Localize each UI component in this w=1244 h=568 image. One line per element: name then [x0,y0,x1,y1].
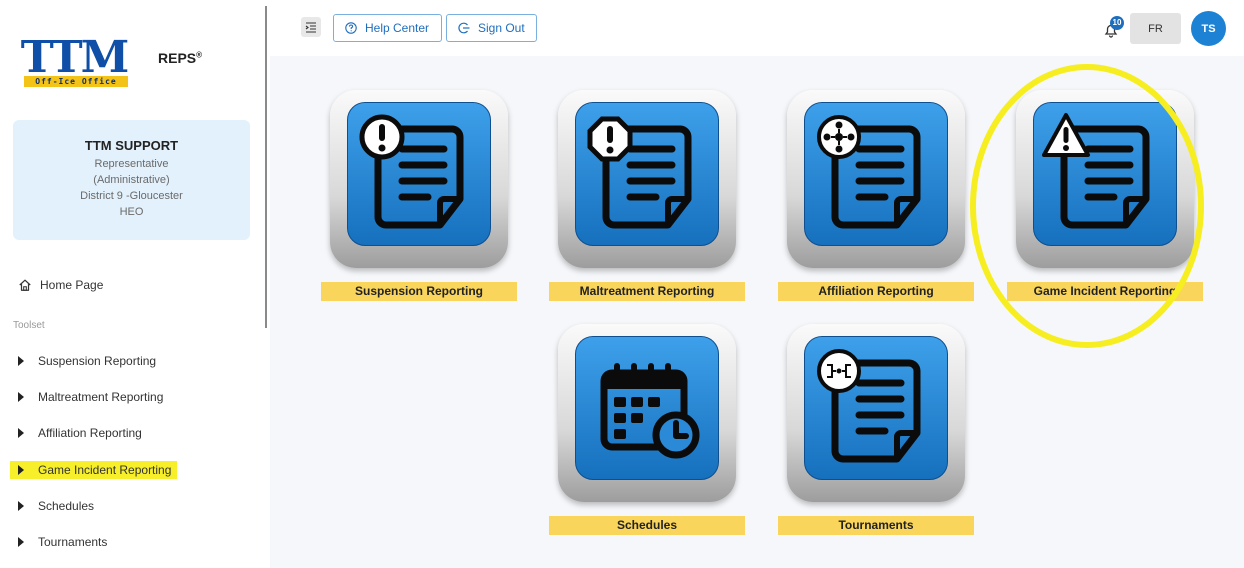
sidebar-item-suspension[interactable]: Suspension Reporting [18,352,156,370]
tile-icon-bg [347,102,491,246]
document-network-icon [817,115,921,229]
tile-label: Maltreatment Reporting [549,282,745,301]
nav-home[interactable]: Home Page [18,276,103,294]
question-circle-icon [345,22,357,34]
sidebar-item-affiliation[interactable]: Affiliation Reporting [18,424,142,442]
caret-right-icon [18,392,24,402]
sidebar-divider [265,6,267,328]
caret-right-icon [18,501,24,511]
sign-out-button[interactable]: Sign Out [446,14,537,42]
logo-tagline: Off-Ice Office [24,76,128,87]
sidebar-item-schedules[interactable]: Schedules [18,497,94,515]
menu-collapse-icon [305,22,316,33]
ttm-logo[interactable]: TTM Off-Ice Office [18,32,130,88]
language-toggle-button[interactable]: FR [1130,13,1181,44]
profile-role-type: (Administrative) [93,174,170,186]
tile-icon-bg [575,102,719,246]
tile-suspension-reporting[interactable]: Suspension Reporting [321,90,517,304]
home-icon [19,279,31,291]
topbar: Help Center Sign Out 10 FR TS [268,0,1244,56]
caret-right-icon [18,465,24,475]
tile-label: Schedules [549,516,745,535]
calendar-clock-icon [600,363,700,459]
main-content: Suspension Reporting Maltreatment Report… [270,56,1244,568]
logo-text: TTM [20,32,130,83]
tile-frame [330,90,508,268]
tile-frame [558,324,736,502]
tile-icon-bg [804,336,948,480]
tile-label: Suspension Reporting [321,282,517,301]
sidebar-item-label: Schedules [38,499,95,513]
tile-schedules[interactable]: Schedules [549,324,745,538]
tile-frame [787,90,965,268]
highlight-annotation [970,64,1204,348]
tile-frame [558,90,736,268]
sidebar-item-game-incident[interactable]: Game Incident Reporting [10,461,178,479]
tile-frame [787,324,965,502]
sign-out-icon [458,22,470,34]
notification-count-badge: 10 [1110,16,1124,30]
sidebar-item-label: Suspension Reporting [38,354,157,368]
sidebar-item-label: Affiliation Reporting [38,426,142,440]
menu-toggle-button[interactable] [301,17,321,37]
profile-card: TTM SUPPORT Representative (Administrati… [13,120,250,240]
caret-right-icon [18,428,24,438]
sidebar-item-label: Maltreatment Reporting [38,390,164,404]
sidebar-item-label: Tournaments [38,535,108,549]
document-exclamation-octagon-icon [587,116,692,229]
nav-home-label: Home Page [40,278,104,292]
document-bracket-icon [817,349,921,463]
profile-role: Representative [94,158,169,170]
help-center-label: Help Center [365,21,430,35]
caret-right-icon [18,537,24,547]
tile-icon-bg [575,336,719,480]
tile-tournaments[interactable]: Tournaments [778,324,974,538]
user-avatar[interactable]: TS [1191,11,1226,46]
tile-affiliation-reporting[interactable]: Affiliation Reporting [778,90,974,304]
nav-section-title: Toolset [13,320,45,331]
profile-district: District 9 -Gloucester [80,190,183,202]
sidebar-item-maltreatment[interactable]: Maltreatment Reporting [18,388,163,406]
help-center-button[interactable]: Help Center [333,14,442,42]
sidebar-item-tournaments[interactable]: Tournaments [18,533,107,551]
tile-icon-bg [804,102,948,246]
caret-right-icon [18,356,24,366]
notifications-button[interactable]: 10 [1103,16,1125,40]
tile-maltreatment-reporting[interactable]: Maltreatment Reporting [549,90,745,304]
tile-label: Tournaments [778,516,974,535]
profile-org: HEO [119,206,144,218]
product-name: REPS® [158,50,203,66]
tile-label: Affiliation Reporting [778,282,974,301]
profile-name: TTM SUPPORT [84,138,179,153]
sign-out-label: Sign Out [478,21,525,35]
document-exclamation-circle-icon [359,114,464,229]
sidebar: TTM Off-Ice Office REPS® TTM SUPPORT Rep… [0,0,268,568]
sidebar-item-label: Game Incident Reporting [38,463,172,477]
